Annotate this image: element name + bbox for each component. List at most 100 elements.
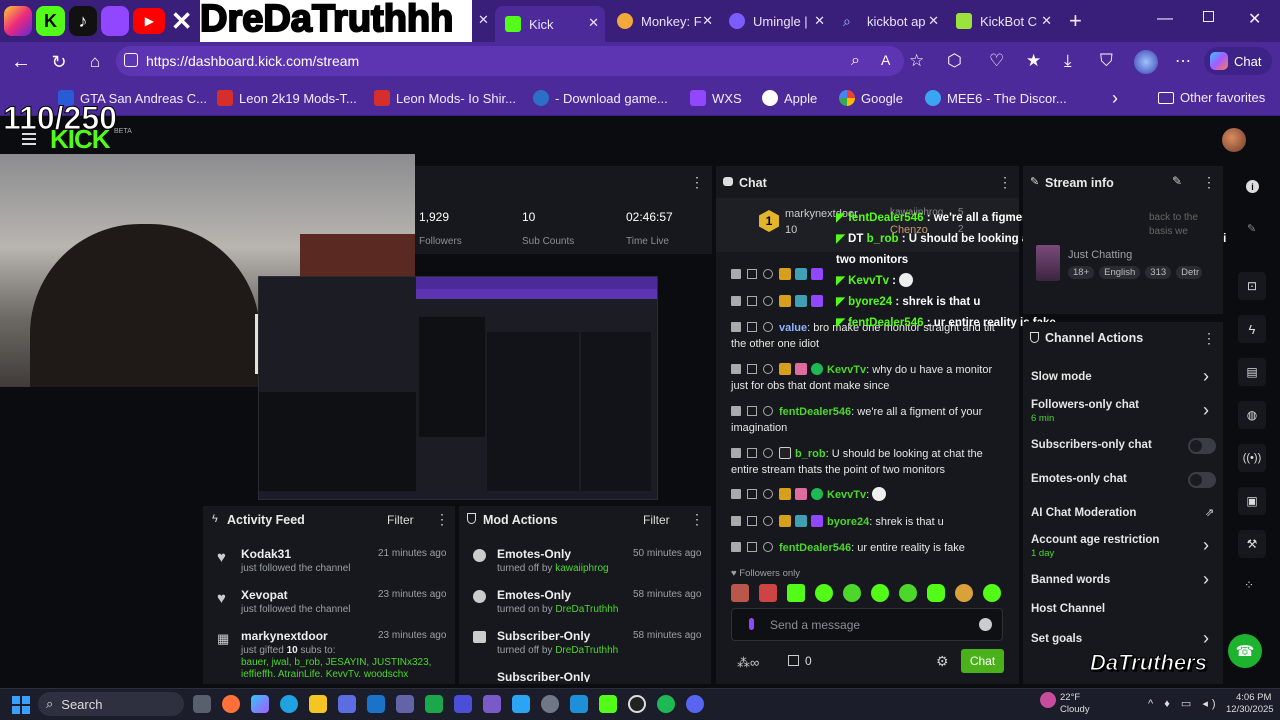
delete-icon[interactable] bbox=[731, 448, 741, 458]
chevron-right-icon[interactable]: › bbox=[1203, 400, 1209, 421]
delete-icon[interactable] bbox=[731, 542, 741, 552]
timeout-icon[interactable] bbox=[747, 516, 757, 526]
timeout-icon[interactable] bbox=[747, 322, 757, 332]
emote-icon[interactable] bbox=[983, 584, 1001, 602]
other-favorites[interactable]: Other favorites bbox=[1158, 90, 1265, 105]
refresh-icon[interactable]: ↻ bbox=[48, 51, 70, 73]
copilot-button[interactable]: Chat bbox=[1204, 47, 1272, 75]
app-icon[interactable] bbox=[483, 695, 501, 713]
delete-icon[interactable] bbox=[731, 406, 741, 416]
delete-icon[interactable] bbox=[731, 516, 741, 526]
delete-icon[interactable] bbox=[731, 364, 741, 374]
ban-icon[interactable] bbox=[763, 296, 773, 306]
outlook-icon[interactable] bbox=[367, 695, 385, 713]
ban-icon[interactable] bbox=[763, 322, 773, 332]
edge-icon[interactable] bbox=[280, 695, 298, 713]
emote-icon[interactable] bbox=[955, 584, 973, 602]
chat-send-button[interactable]: Chat bbox=[961, 649, 1004, 673]
gear-icon[interactable]: ⚙ bbox=[936, 653, 949, 670]
clip-icon[interactable]: ⊡ bbox=[1238, 272, 1266, 300]
zoom-icon[interactable]: ⌕ bbox=[851, 52, 860, 70]
external-link-icon[interactable]: ⇗ bbox=[1205, 506, 1214, 519]
delete-icon[interactable] bbox=[731, 296, 741, 306]
emote-icon[interactable] bbox=[843, 584, 861, 602]
chevron-right-icon[interactable]: › bbox=[1112, 88, 1118, 109]
chat-username[interactable]: value bbox=[779, 322, 807, 334]
emotes-only-toggle[interactable] bbox=[1188, 472, 1216, 488]
timeout-icon[interactable] bbox=[747, 489, 757, 499]
activity-user[interactable]: Xevopat bbox=[241, 588, 288, 602]
new-tab-button[interactable]: + bbox=[1069, 8, 1082, 34]
close-icon[interactable]: ✕ bbox=[814, 13, 825, 29]
chat-username[interactable]: byore24 bbox=[827, 516, 869, 528]
bookmark-apple[interactable]: Apple bbox=[762, 90, 817, 106]
timeout-icon[interactable] bbox=[747, 296, 757, 306]
tab-close-overlay[interactable]: ✕ bbox=[478, 12, 489, 28]
chevron-right-icon[interactable]: › bbox=[1203, 535, 1209, 556]
emote-icon[interactable] bbox=[927, 584, 945, 602]
tab-kickbot-api[interactable]: ⌕ kickbot ap ✕ bbox=[833, 6, 945, 36]
taskbar-search[interactable]: ⌕ Search bbox=[38, 692, 184, 716]
mod-by-user[interactable]: DreDaTruthhh bbox=[555, 604, 618, 615]
chat-username[interactable]: fentDealer546 bbox=[779, 542, 851, 554]
emote-icon[interactable] bbox=[815, 584, 833, 602]
set-goals-row[interactable]: Set goals bbox=[1031, 633, 1082, 645]
ban-icon[interactable] bbox=[763, 516, 773, 526]
app-icon[interactable] bbox=[454, 695, 472, 713]
more-options-icon[interactable]: ⋮ bbox=[690, 511, 704, 528]
site-info-icon[interactable] bbox=[124, 53, 138, 67]
emote-icon[interactable] bbox=[871, 584, 889, 602]
activity-filter-button[interactable]: Filter bbox=[387, 513, 414, 527]
close-window-button[interactable]: ✕ bbox=[1248, 9, 1261, 29]
ban-icon[interactable] bbox=[763, 406, 773, 416]
emotes-only-row[interactable]: Emotes-only chat bbox=[1031, 473, 1127, 485]
lightning-icon[interactable]: ϟ bbox=[1238, 315, 1266, 343]
store-icon[interactable] bbox=[338, 695, 356, 713]
profile-avatar[interactable] bbox=[1134, 50, 1158, 74]
user-avatar[interactable] bbox=[1222, 128, 1246, 152]
task-view-icon[interactable] bbox=[193, 695, 211, 713]
home-icon[interactable]: ⌂ bbox=[84, 51, 106, 73]
chat-input[interactable]: Send a message bbox=[731, 608, 1003, 641]
tab-kick[interactable]: Kick ✕ bbox=[495, 6, 605, 42]
ban-icon[interactable] bbox=[763, 448, 773, 458]
notes-icon[interactable]: ▤ bbox=[1238, 358, 1266, 386]
more-options-icon[interactable]: ⋮ bbox=[690, 174, 704, 191]
read-aloud-icon[interactable]: A bbox=[881, 52, 890, 68]
more-options-icon[interactable]: ⋮ bbox=[435, 511, 449, 528]
account-age-row[interactable]: Account age restriction bbox=[1031, 534, 1159, 546]
timeout-icon[interactable] bbox=[747, 542, 757, 552]
spotify-icon[interactable] bbox=[657, 695, 675, 713]
ban-icon[interactable] bbox=[763, 364, 773, 374]
emote-icon[interactable] bbox=[759, 584, 777, 602]
chevron-right-icon[interactable]: › bbox=[1203, 569, 1209, 590]
chat-username[interactable]: KevvTv bbox=[827, 364, 866, 376]
mod-filter-button[interactable]: Filter bbox=[643, 513, 670, 527]
ban-icon[interactable] bbox=[763, 269, 773, 279]
tab-kickbot-c[interactable]: KickBot C ✕ bbox=[946, 6, 1058, 36]
timeout-icon[interactable] bbox=[747, 406, 757, 416]
chat-username[interactable]: fentDealer546 bbox=[779, 406, 851, 418]
emoji-icon[interactable] bbox=[979, 618, 992, 631]
copilot-icon[interactable] bbox=[251, 695, 269, 713]
kick-app-icon[interactable] bbox=[599, 695, 617, 713]
browser-essentials-icon[interactable]: ♡ bbox=[989, 51, 1004, 71]
bookmark-leon-mods[interactable]: Leon Mods- Io Shir... bbox=[374, 90, 516, 106]
slow-mode-row[interactable]: Slow mode bbox=[1031, 371, 1092, 383]
favorites-icon[interactable]: ★ bbox=[1026, 51, 1041, 71]
back-icon[interactable]: ← bbox=[10, 51, 32, 73]
timeout-icon[interactable] bbox=[747, 448, 757, 458]
file-explorer-icon[interactable] bbox=[309, 695, 327, 713]
bookmark-wxs[interactable]: WXS bbox=[690, 90, 742, 106]
close-icon[interactable]: ✕ bbox=[588, 15, 599, 31]
chat-icon[interactable]: ◍ bbox=[1238, 401, 1266, 429]
close-icon[interactable]: ✕ bbox=[928, 13, 939, 29]
favorite-star-icon[interactable]: ☆ bbox=[909, 51, 924, 71]
ban-icon[interactable] bbox=[763, 542, 773, 552]
timeout-icon[interactable] bbox=[747, 364, 757, 374]
chevron-right-icon[interactable]: › bbox=[1203, 366, 1209, 387]
gift-icon[interactable] bbox=[788, 655, 799, 666]
bookmark-leon-2k19[interactable]: Leon 2k19 Mods-T... bbox=[217, 90, 357, 106]
vscode-icon[interactable] bbox=[512, 695, 530, 713]
tab-umingle[interactable]: Umingle | ✕ bbox=[719, 6, 831, 36]
